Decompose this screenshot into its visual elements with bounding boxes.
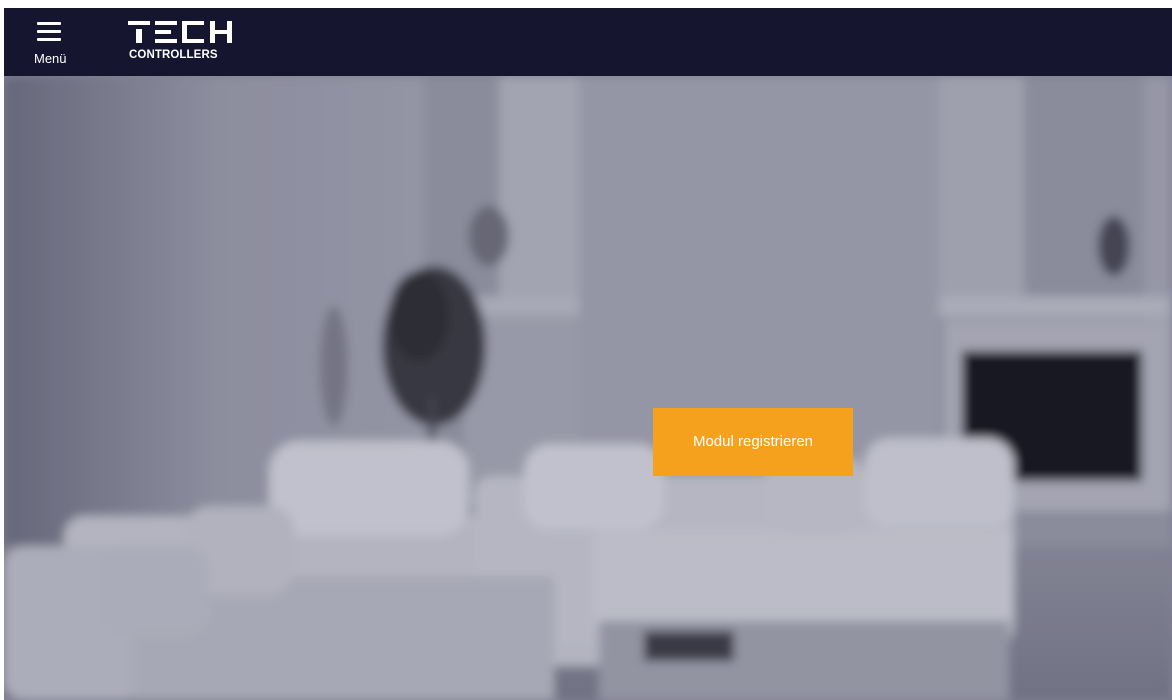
hero-background: Modul registrieren: [4, 76, 1172, 700]
hamburger-menu-icon: [37, 22, 61, 42]
app-frame: Menü CONTROLLERS Modul registrieren: [0, 0, 1172, 700]
living-room-photo: [4, 76, 1172, 700]
menu-label: Menü: [34, 51, 67, 66]
register-module-button[interactable]: Modul registrieren: [653, 408, 853, 476]
tech-logo-wordmark: [128, 21, 232, 43]
tech-controllers-logo: CONTROLLERS: [128, 21, 248, 65]
logo-subtitle: CONTROLLERS: [129, 49, 218, 61]
menu-button[interactable]: Menü: [18, 14, 80, 72]
top-navigation-bar: Menü CONTROLLERS: [4, 8, 1172, 76]
